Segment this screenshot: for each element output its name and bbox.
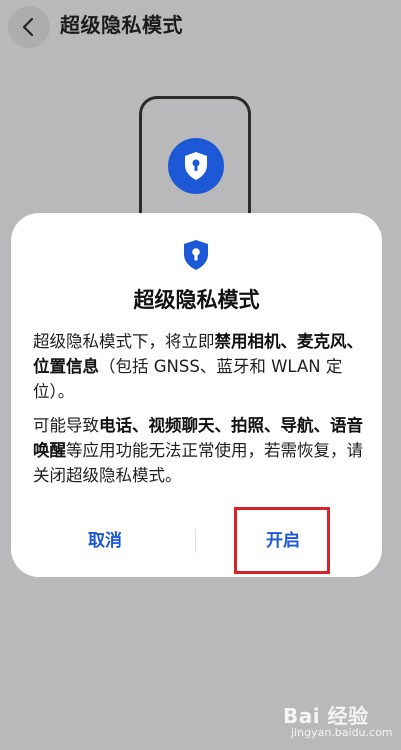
page-title: 超级隐私模式 xyxy=(60,13,183,37)
chevron-left-icon xyxy=(22,17,34,37)
dialog-paragraph-1: 超级隐私模式下，将立即禁用相机、麦克风、位置信息（包括 GNSS、蓝牙和 WLA… xyxy=(33,329,373,404)
button-divider xyxy=(195,529,196,553)
watermark: Bai 经验 jingyan.baidu.com xyxy=(283,700,395,746)
text-run: 超级隐私模式下，将立即 xyxy=(33,332,215,351)
top-bar: 超级隐私模式 xyxy=(0,0,401,52)
illustration-badge xyxy=(168,138,224,194)
shield-keyhole-icon xyxy=(184,240,208,270)
watermark-logo: Bai 经验 xyxy=(283,704,369,728)
back-button[interactable] xyxy=(8,6,50,48)
watermark-url: jingyan.baidu.com xyxy=(291,726,393,739)
annotation-highlight-box xyxy=(234,507,330,574)
text-run: 等应用功能无法正常使用，若需恢复，请关闭超级隐私模式。 xyxy=(33,441,363,485)
dialog-message: 超级隐私模式下，将立即禁用相机、麦克风、位置信息（包括 GNSS、蓝牙和 WLA… xyxy=(33,329,373,497)
dialog-title: 超级隐私模式 xyxy=(133,288,260,312)
cancel-button[interactable]: 取消 xyxy=(45,523,165,559)
text-run: 可能导致 xyxy=(33,416,99,435)
dialog-paragraph-2: 可能导致电话、视频聊天、拍照、导航、语音唤醒等应用功能无法正常使用，若需恢复，请… xyxy=(33,413,373,488)
shield-keyhole-icon xyxy=(185,152,207,180)
